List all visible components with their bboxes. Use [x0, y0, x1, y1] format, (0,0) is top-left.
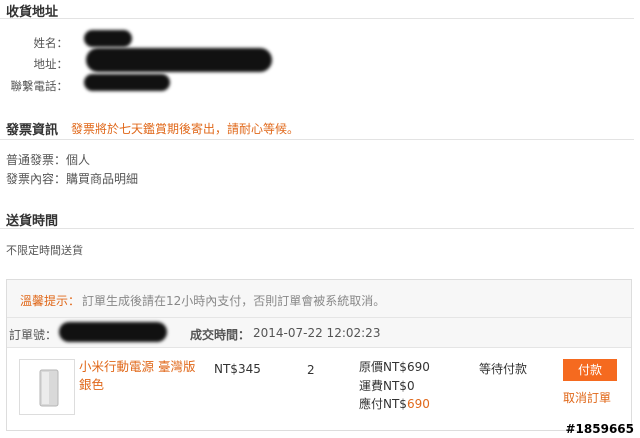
notice-label: 溫馨提示：: [20, 294, 81, 308]
order-time-label: 成交時間：: [190, 328, 251, 342]
payable-amount: 應付NT$690: [359, 395, 430, 412]
payable-value: 690: [406, 397, 430, 411]
order-status: 等待付款: [479, 362, 528, 376]
redacted-phone: [84, 74, 170, 91]
order-time-value: 2014-07-22 12:02:23: [253, 326, 381, 340]
invoice-content: 發票內容：購買商品明細: [6, 172, 139, 186]
payable-prefix: 應付NT$: [359, 397, 407, 411]
watermark: #1859665: [565, 422, 634, 436]
redacted-address: [86, 48, 272, 72]
order-no-label: 訂單號：: [9, 328, 58, 342]
divider: [0, 18, 634, 19]
divider: [0, 228, 634, 229]
divider: [0, 139, 634, 140]
invoice-section-title: 發票資訊: [6, 123, 59, 138]
delivery-section-title: 送貨時間: [6, 214, 59, 229]
delivery-value: 不限定時間送貨: [6, 244, 83, 257]
order-notice-bar: 溫馨提示： 訂單生成後請在12小時內支付，否則訂單會被系統取消。: [7, 280, 631, 318]
cancel-order-link[interactable]: 取消訂單: [563, 389, 611, 406]
product-thumbnail[interactable]: [19, 359, 75, 415]
invoice-notice: 發票將於七天鑑賞期後寄出，請耐心等候。: [71, 122, 300, 136]
pay-button[interactable]: 付款: [563, 359, 617, 381]
order-meta-bar: 訂單號： 成交時間： 2014-07-22 12:02:23: [7, 318, 631, 348]
address-label: 地址：: [33, 57, 69, 71]
original-price: 原價NT$690: [359, 360, 430, 374]
unit-price: NT$345: [214, 362, 261, 376]
phone-label: 聯繫電話：: [10, 79, 69, 93]
product-name[interactable]: 小米行動電源 臺灣版 銀色: [79, 358, 197, 394]
power-bank-image: [39, 369, 59, 407]
name-label: 姓名：: [33, 36, 69, 50]
invoice-type: 普通發票：個人: [6, 153, 91, 167]
shipping-fee: 運費NT$0: [359, 379, 415, 393]
quantity: 2: [307, 363, 315, 377]
notice-text: 訂單生成後請在12小時內支付，否則訂單會被系統取消。: [82, 294, 386, 308]
redacted-order-number: [59, 322, 167, 342]
order-card: 溫馨提示： 訂單生成後請在12小時內支付，否則訂單會被系統取消。 訂單號： 成交…: [6, 279, 632, 431]
redacted-name: [84, 30, 132, 47]
